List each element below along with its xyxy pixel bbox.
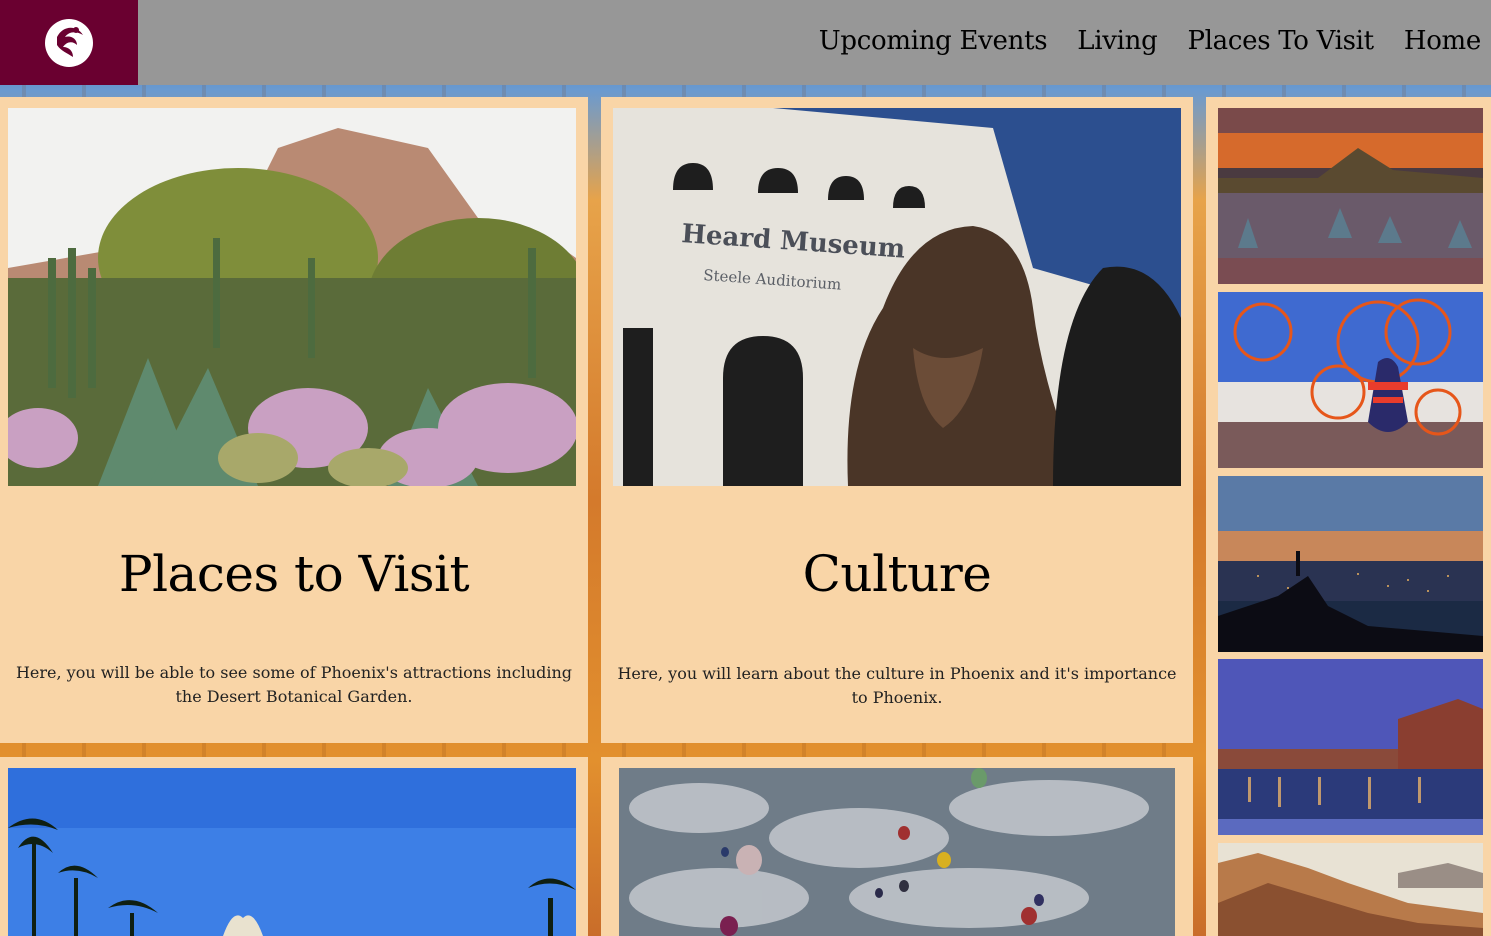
- city-lights-hiker-photo[interactable]: [1218, 476, 1483, 652]
- card-culture[interactable]: Heard Museum Steele Auditorium Culture H…: [601, 97, 1193, 743]
- hot-air-balloons-photo: [619, 768, 1175, 936]
- card-title: Culture: [802, 545, 992, 603]
- nav-home[interactable]: Home: [1404, 28, 1481, 58]
- sidebar-gallery: [1206, 97, 1491, 936]
- main-nav: Upcoming Events Living Places To Visit H…: [819, 0, 1482, 85]
- red-rock-mountain-photo[interactable]: [1218, 843, 1483, 936]
- palm-trees-photo: [8, 768, 576, 936]
- card-places-to-visit[interactable]: Places to Visit Here, you will be able t…: [0, 97, 588, 743]
- card-description: Here, you will learn about the culture i…: [617, 664, 1177, 707]
- nav-upcoming-events[interactable]: Upcoming Events: [819, 28, 1048, 58]
- nav-places-to-visit[interactable]: Places To Visit: [1187, 28, 1374, 58]
- desert-sunset-photo[interactable]: [1218, 108, 1483, 284]
- logo[interactable]: [0, 0, 138, 85]
- nav-living[interactable]: Living: [1077, 28, 1157, 58]
- card-description: Here, you will be able to see some of Ph…: [15, 663, 573, 706]
- card-title: Places to Visit: [118, 545, 470, 603]
- desert-botanical-garden-photo: [8, 108, 576, 486]
- top-navigation-bar: Upcoming Events Living Places To Visit H…: [0, 0, 1491, 85]
- hoop-dancer-photo[interactable]: [1218, 292, 1483, 468]
- card-hot-air-balloons[interactable]: [601, 757, 1193, 936]
- taliesin-pool-photo[interactable]: [1218, 659, 1483, 835]
- card-palm-trees[interactable]: [0, 757, 588, 936]
- phoenix-bird-icon: [45, 18, 93, 67]
- heard-museum-photo: Heard Museum Steele Auditorium: [613, 108, 1181, 486]
